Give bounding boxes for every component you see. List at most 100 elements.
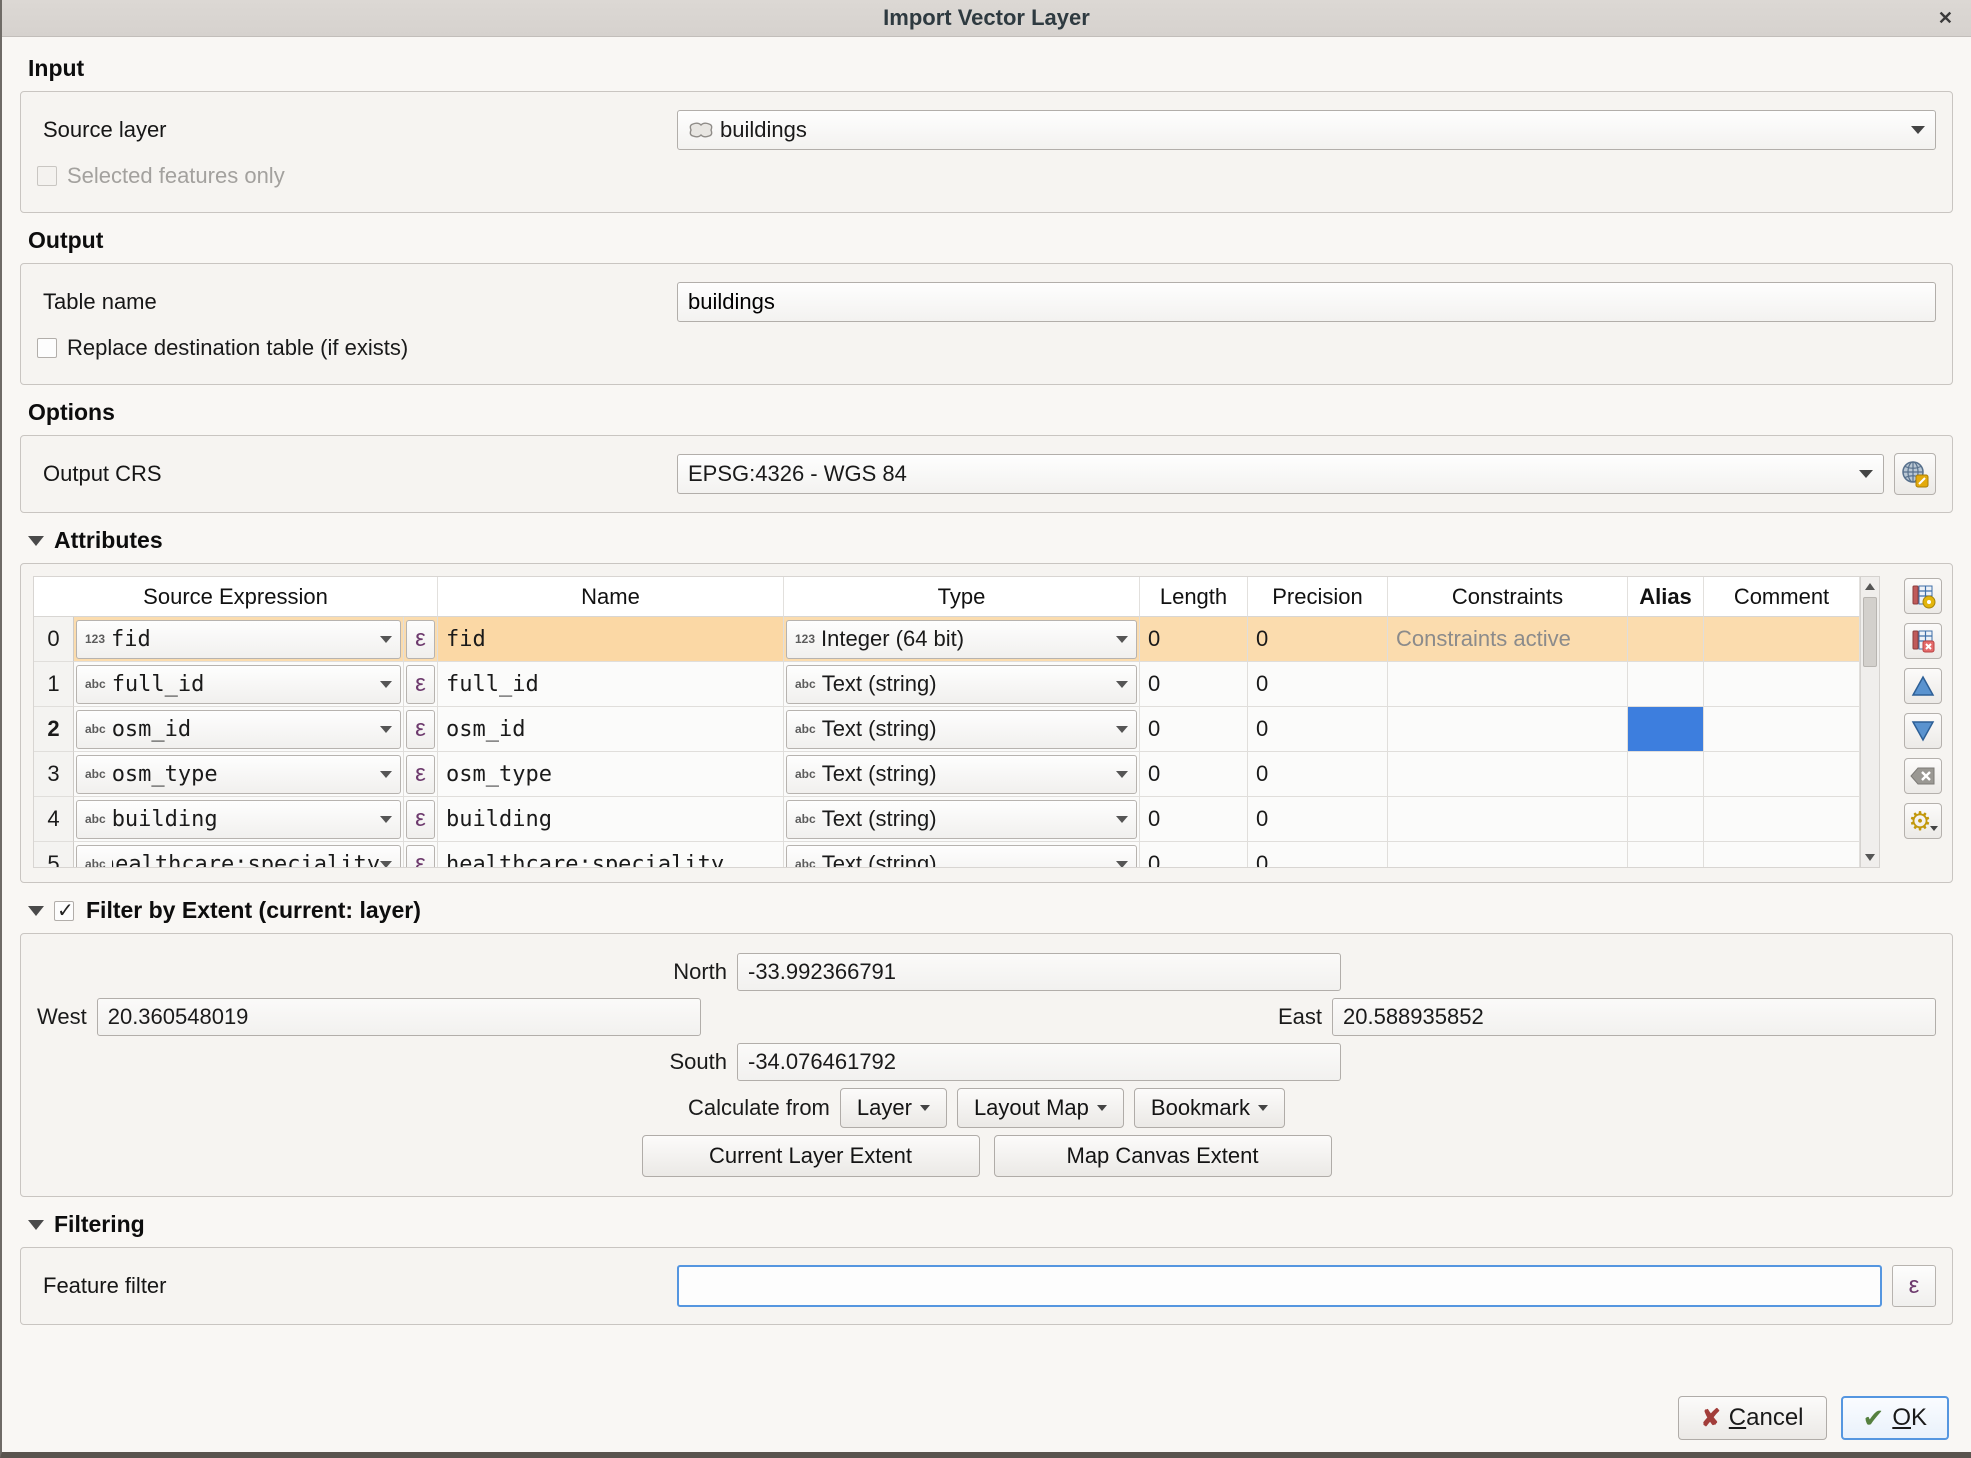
alias-cell[interactable] xyxy=(1628,752,1704,797)
source-expression-cell[interactable]: abchealthcare:speciality xyxy=(74,842,404,868)
constraints-cell[interactable] xyxy=(1388,752,1628,797)
field-options-button[interactable]: ⚙ xyxy=(1904,803,1942,839)
scroll-up-icon[interactable] xyxy=(1861,577,1879,596)
length-cell[interactable]: 0 xyxy=(1140,662,1248,707)
layer-dropdown-button[interactable]: Layer xyxy=(840,1088,947,1128)
map-canvas-extent-button[interactable]: Map Canvas Extent xyxy=(994,1135,1332,1177)
collapse-arrow-icon[interactable] xyxy=(28,1220,44,1230)
east-input[interactable] xyxy=(1332,998,1936,1036)
precision-cell[interactable]: 0 xyxy=(1248,752,1388,797)
col-constraints[interactable]: Constraints xyxy=(1388,577,1628,617)
table-vertical-scrollbar[interactable] xyxy=(1860,576,1880,868)
length-cell[interactable]: 0 xyxy=(1140,707,1248,752)
delete-field-button[interactable] xyxy=(1904,623,1942,659)
expression-button[interactable]: ε xyxy=(406,755,435,794)
source-expression-cell[interactable]: abcosm_type xyxy=(74,752,404,797)
precision-cell[interactable]: 0 xyxy=(1248,707,1388,752)
replace-table-checkbox[interactable] xyxy=(37,338,57,358)
precision-cell[interactable]: 0 xyxy=(1248,842,1388,868)
precision-cell[interactable]: 0 xyxy=(1248,662,1388,707)
type-cell[interactable]: abcText (string) xyxy=(784,842,1140,868)
collapse-arrow-icon[interactable] xyxy=(28,906,44,916)
titlebar[interactable]: Import Vector Layer ✕ xyxy=(2,0,1971,37)
expression-button[interactable]: ε xyxy=(406,665,435,704)
bookmark-dropdown-button[interactable]: Bookmark xyxy=(1134,1088,1285,1128)
constraints-cell[interactable] xyxy=(1388,842,1628,868)
length-cell[interactable]: 0 xyxy=(1140,617,1248,662)
name-cell[interactable]: fid xyxy=(438,617,784,662)
col-alias[interactable]: Alias xyxy=(1628,577,1704,617)
scroll-down-icon[interactable] xyxy=(1861,848,1879,867)
south-input[interactable] xyxy=(737,1043,1341,1081)
alias-cell[interactable] xyxy=(1628,662,1704,707)
comment-cell[interactable] xyxy=(1704,797,1860,842)
col-source-expression[interactable]: Source Expression xyxy=(34,577,438,617)
source-expression-cell[interactable]: abcosm_id xyxy=(74,707,404,752)
table-name-input[interactable] xyxy=(677,282,1936,322)
row-header[interactable]: 5 xyxy=(34,842,74,868)
add-field-button[interactable] xyxy=(1904,578,1942,614)
current-layer-extent-button[interactable]: Current Layer Extent xyxy=(642,1135,980,1177)
type-cell[interactable]: 123Integer (64 bit) xyxy=(784,617,1140,662)
ok-button[interactable]: ✔ OK xyxy=(1841,1396,1949,1440)
alias-cell[interactable] xyxy=(1628,617,1704,662)
type-cell[interactable]: abcText (string) xyxy=(784,797,1140,842)
comment-cell[interactable] xyxy=(1704,842,1860,868)
source-expression-cell[interactable]: abcfull_id xyxy=(74,662,404,707)
col-type[interactable]: Type xyxy=(784,577,1140,617)
layout-map-dropdown-button[interactable]: Layout Map xyxy=(957,1088,1124,1128)
move-field-up-button[interactable] xyxy=(1904,668,1942,704)
name-cell[interactable]: healthcare:speciality xyxy=(438,842,784,868)
alias-cell-selected[interactable] xyxy=(1628,707,1704,752)
expression-button[interactable]: ε xyxy=(406,845,435,869)
comment-cell[interactable] xyxy=(1704,617,1860,662)
filtering-section-heading[interactable]: Filtering xyxy=(28,1211,1953,1238)
length-cell[interactable]: 0 xyxy=(1140,752,1248,797)
comment-cell[interactable] xyxy=(1704,752,1860,797)
output-crs-combobox[interactable]: EPSG:4326 - WGS 84 xyxy=(677,454,1884,494)
col-name[interactable]: Name xyxy=(438,577,784,617)
type-cell[interactable]: abcText (string) xyxy=(784,707,1140,752)
reset-fields-button[interactable] xyxy=(1904,758,1942,794)
precision-cell[interactable]: 0 xyxy=(1248,617,1388,662)
precision-cell[interactable]: 0 xyxy=(1248,797,1388,842)
west-input[interactable] xyxy=(97,998,701,1036)
name-cell[interactable]: full_id xyxy=(438,662,784,707)
row-header[interactable]: 3 xyxy=(34,752,74,797)
length-cell[interactable]: 0 xyxy=(1140,842,1248,868)
collapse-arrow-icon[interactable] xyxy=(28,536,44,546)
row-header[interactable]: 4 xyxy=(34,797,74,842)
constraints-cell[interactable]: Constraints active xyxy=(1388,617,1628,662)
close-icon[interactable]: ✕ xyxy=(1938,7,1953,29)
alias-cell[interactable] xyxy=(1628,797,1704,842)
name-cell[interactable]: osm_id xyxy=(438,707,784,752)
expression-button[interactable]: ε xyxy=(406,620,435,659)
alias-cell[interactable] xyxy=(1628,842,1704,868)
source-expression-cell[interactable]: abcbuilding xyxy=(74,797,404,842)
col-length[interactable]: Length xyxy=(1140,577,1248,617)
select-crs-button[interactable] xyxy=(1894,453,1936,495)
col-precision[interactable]: Precision xyxy=(1248,577,1388,617)
row-header[interactable]: 2 xyxy=(34,707,74,752)
feature-filter-input[interactable] xyxy=(677,1265,1882,1307)
extent-enabled-checkbox[interactable] xyxy=(54,901,74,921)
name-cell[interactable]: building xyxy=(438,797,784,842)
row-header[interactable]: 0 xyxy=(34,617,74,662)
move-field-down-button[interactable] xyxy=(1904,713,1942,749)
type-cell[interactable]: abcText (string) xyxy=(784,662,1140,707)
extent-section-heading[interactable]: Filter by Extent (current: layer) xyxy=(28,897,1953,924)
type-cell[interactable]: abcText (string) xyxy=(784,752,1140,797)
expression-button[interactable]: ε xyxy=(406,710,435,749)
source-layer-combobox[interactable]: buildings xyxy=(677,110,1936,150)
constraints-cell[interactable] xyxy=(1388,707,1628,752)
expression-button[interactable]: ε xyxy=(406,800,435,839)
comment-cell[interactable] xyxy=(1704,662,1860,707)
comment-cell[interactable] xyxy=(1704,707,1860,752)
filter-expression-button[interactable]: ε xyxy=(1892,1265,1936,1307)
row-header[interactable]: 1 xyxy=(34,662,74,707)
constraints-cell[interactable] xyxy=(1388,662,1628,707)
attributes-section-heading[interactable]: Attributes xyxy=(28,527,1953,554)
col-comment[interactable]: Comment xyxy=(1704,577,1860,617)
name-cell[interactable]: osm_type xyxy=(438,752,784,797)
length-cell[interactable]: 0 xyxy=(1140,797,1248,842)
